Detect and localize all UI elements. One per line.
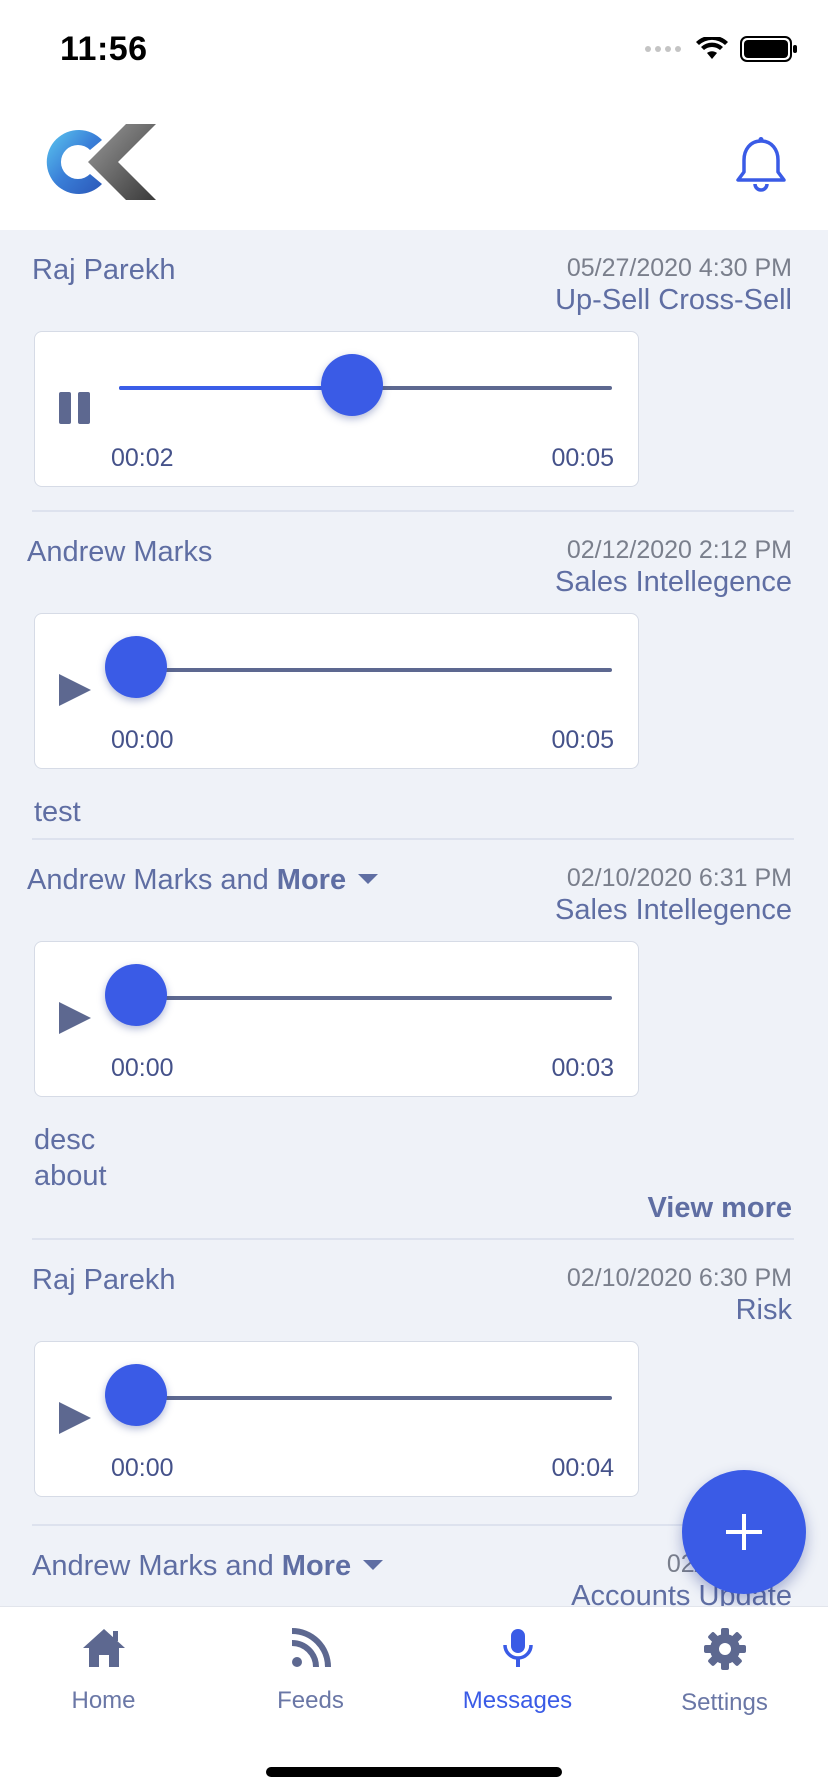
- message-category: Sales Intellegence: [555, 566, 792, 598]
- sender-name: Andrew Marks and More: [32, 1550, 384, 1583]
- description-line: about: [34, 1160, 107, 1192]
- status-bar: 11:56: [0, 0, 828, 100]
- audio-player: 00:02 00:05: [34, 331, 639, 487]
- rss-icon: [291, 1628, 331, 1668]
- pause-icon[interactable]: [57, 390, 93, 426]
- tab-home[interactable]: Home: [0, 1627, 207, 1715]
- progress-knob[interactable]: [105, 964, 167, 1026]
- description-line: test: [34, 796, 81, 828]
- sender-name: Raj Parekh: [32, 1264, 176, 1296]
- current-time: 00:00: [111, 1454, 174, 1482]
- message-date: 02/10/2020 6:30 PM: [566, 1264, 792, 1292]
- signal-icon: [645, 46, 681, 52]
- tab-label: Home: [71, 1687, 136, 1714]
- app-header: [0, 100, 828, 230]
- gear-icon: [703, 1628, 746, 1670]
- current-time: 00:00: [111, 1054, 174, 1082]
- progress-knob[interactable]: [105, 636, 167, 698]
- feed-item[interactable]: Andrew Marks 02/12/2020 2:12 PM Sales In…: [0, 512, 828, 840]
- caret-down-icon[interactable]: [363, 1560, 384, 1571]
- message-date: 02/10/2020 6:31 PM: [566, 864, 792, 892]
- cx-logo-icon[interactable]: [32, 122, 160, 202]
- message-category: Risk: [735, 1294, 792, 1326]
- plus-icon: [726, 1514, 762, 1550]
- progress-track[interactable]: [119, 1396, 612, 1400]
- total-time: 00:05: [551, 726, 614, 754]
- status-icons: [644, 36, 798, 62]
- home-indicator[interactable]: [266, 1767, 562, 1777]
- audio-player: 00:00 00:05: [34, 613, 639, 769]
- bell-icon[interactable]: [734, 136, 788, 194]
- current-time: 00:02: [111, 444, 174, 472]
- sender-name: Andrew Marks and More: [27, 864, 379, 897]
- tab-settings[interactable]: Settings: [621, 1627, 828, 1717]
- tab-bar: Home Feeds Messages Settings: [0, 1606, 828, 1792]
- sender-name: Andrew Marks: [27, 536, 213, 568]
- new-message-button[interactable]: [682, 1470, 806, 1594]
- message-feed[interactable]: Raj Parekh 05/27/2020 4:30 PM Up-Sell Cr…: [0, 230, 828, 1606]
- progress-track[interactable]: [119, 996, 612, 1000]
- play-icon[interactable]: [57, 672, 93, 708]
- message-date: 05/27/2020 4:30 PM: [566, 254, 792, 282]
- battery-icon: [740, 36, 797, 62]
- total-time: 00:05: [551, 444, 614, 472]
- current-time: 00:00: [111, 726, 174, 754]
- wifi-icon: [696, 37, 728, 59]
- more-recipients-button[interactable]: More: [277, 864, 346, 896]
- tab-feeds[interactable]: Feeds: [207, 1627, 414, 1715]
- tab-messages[interactable]: Messages: [414, 1627, 621, 1715]
- play-icon[interactable]: [57, 1000, 93, 1036]
- tab-label: Messages: [462, 1687, 573, 1714]
- tab-label: Settings: [681, 1689, 768, 1716]
- total-time: 00:04: [551, 1454, 614, 1482]
- progress-fill: [119, 386, 352, 390]
- more-recipients-button[interactable]: More: [282, 1550, 351, 1582]
- view-more-link[interactable]: View more: [647, 1192, 792, 1225]
- message-description: test: [34, 794, 81, 830]
- progress-knob[interactable]: [105, 1364, 167, 1426]
- feed-item[interactable]: Raj Parekh 05/27/2020 4:30 PM Up-Sell Cr…: [0, 230, 828, 512]
- description-line: desc: [34, 1124, 96, 1156]
- message-category: Sales Intellegence: [555, 894, 792, 926]
- caret-down-icon[interactable]: [358, 874, 379, 885]
- status-time: 11:56: [60, 30, 148, 68]
- progress-knob[interactable]: [320, 354, 383, 416]
- progress-track[interactable]: [119, 668, 612, 672]
- microphone-icon: [502, 1629, 533, 1667]
- total-time: 00:03: [551, 1054, 614, 1082]
- tab-label: Feeds: [277, 1687, 344, 1714]
- sender-names: Andrew Marks and: [32, 1550, 274, 1582]
- audio-player: 00:00 00:03: [34, 941, 639, 1097]
- sender-name: Raj Parekh: [32, 254, 176, 286]
- home-icon: [82, 1629, 125, 1667]
- play-icon[interactable]: [57, 1400, 93, 1436]
- audio-player: 00:00 00:04: [34, 1341, 639, 1497]
- sender-names: Andrew Marks and: [27, 864, 269, 896]
- message-category: Up-Sell Cross-Sell: [555, 284, 792, 316]
- message-date: 02/12/2020 2:12 PM: [566, 536, 792, 564]
- message-description: desc about: [34, 1122, 107, 1194]
- feed-item[interactable]: Andrew Marks and More 02/10/2020 6:31 PM …: [0, 840, 828, 1240]
